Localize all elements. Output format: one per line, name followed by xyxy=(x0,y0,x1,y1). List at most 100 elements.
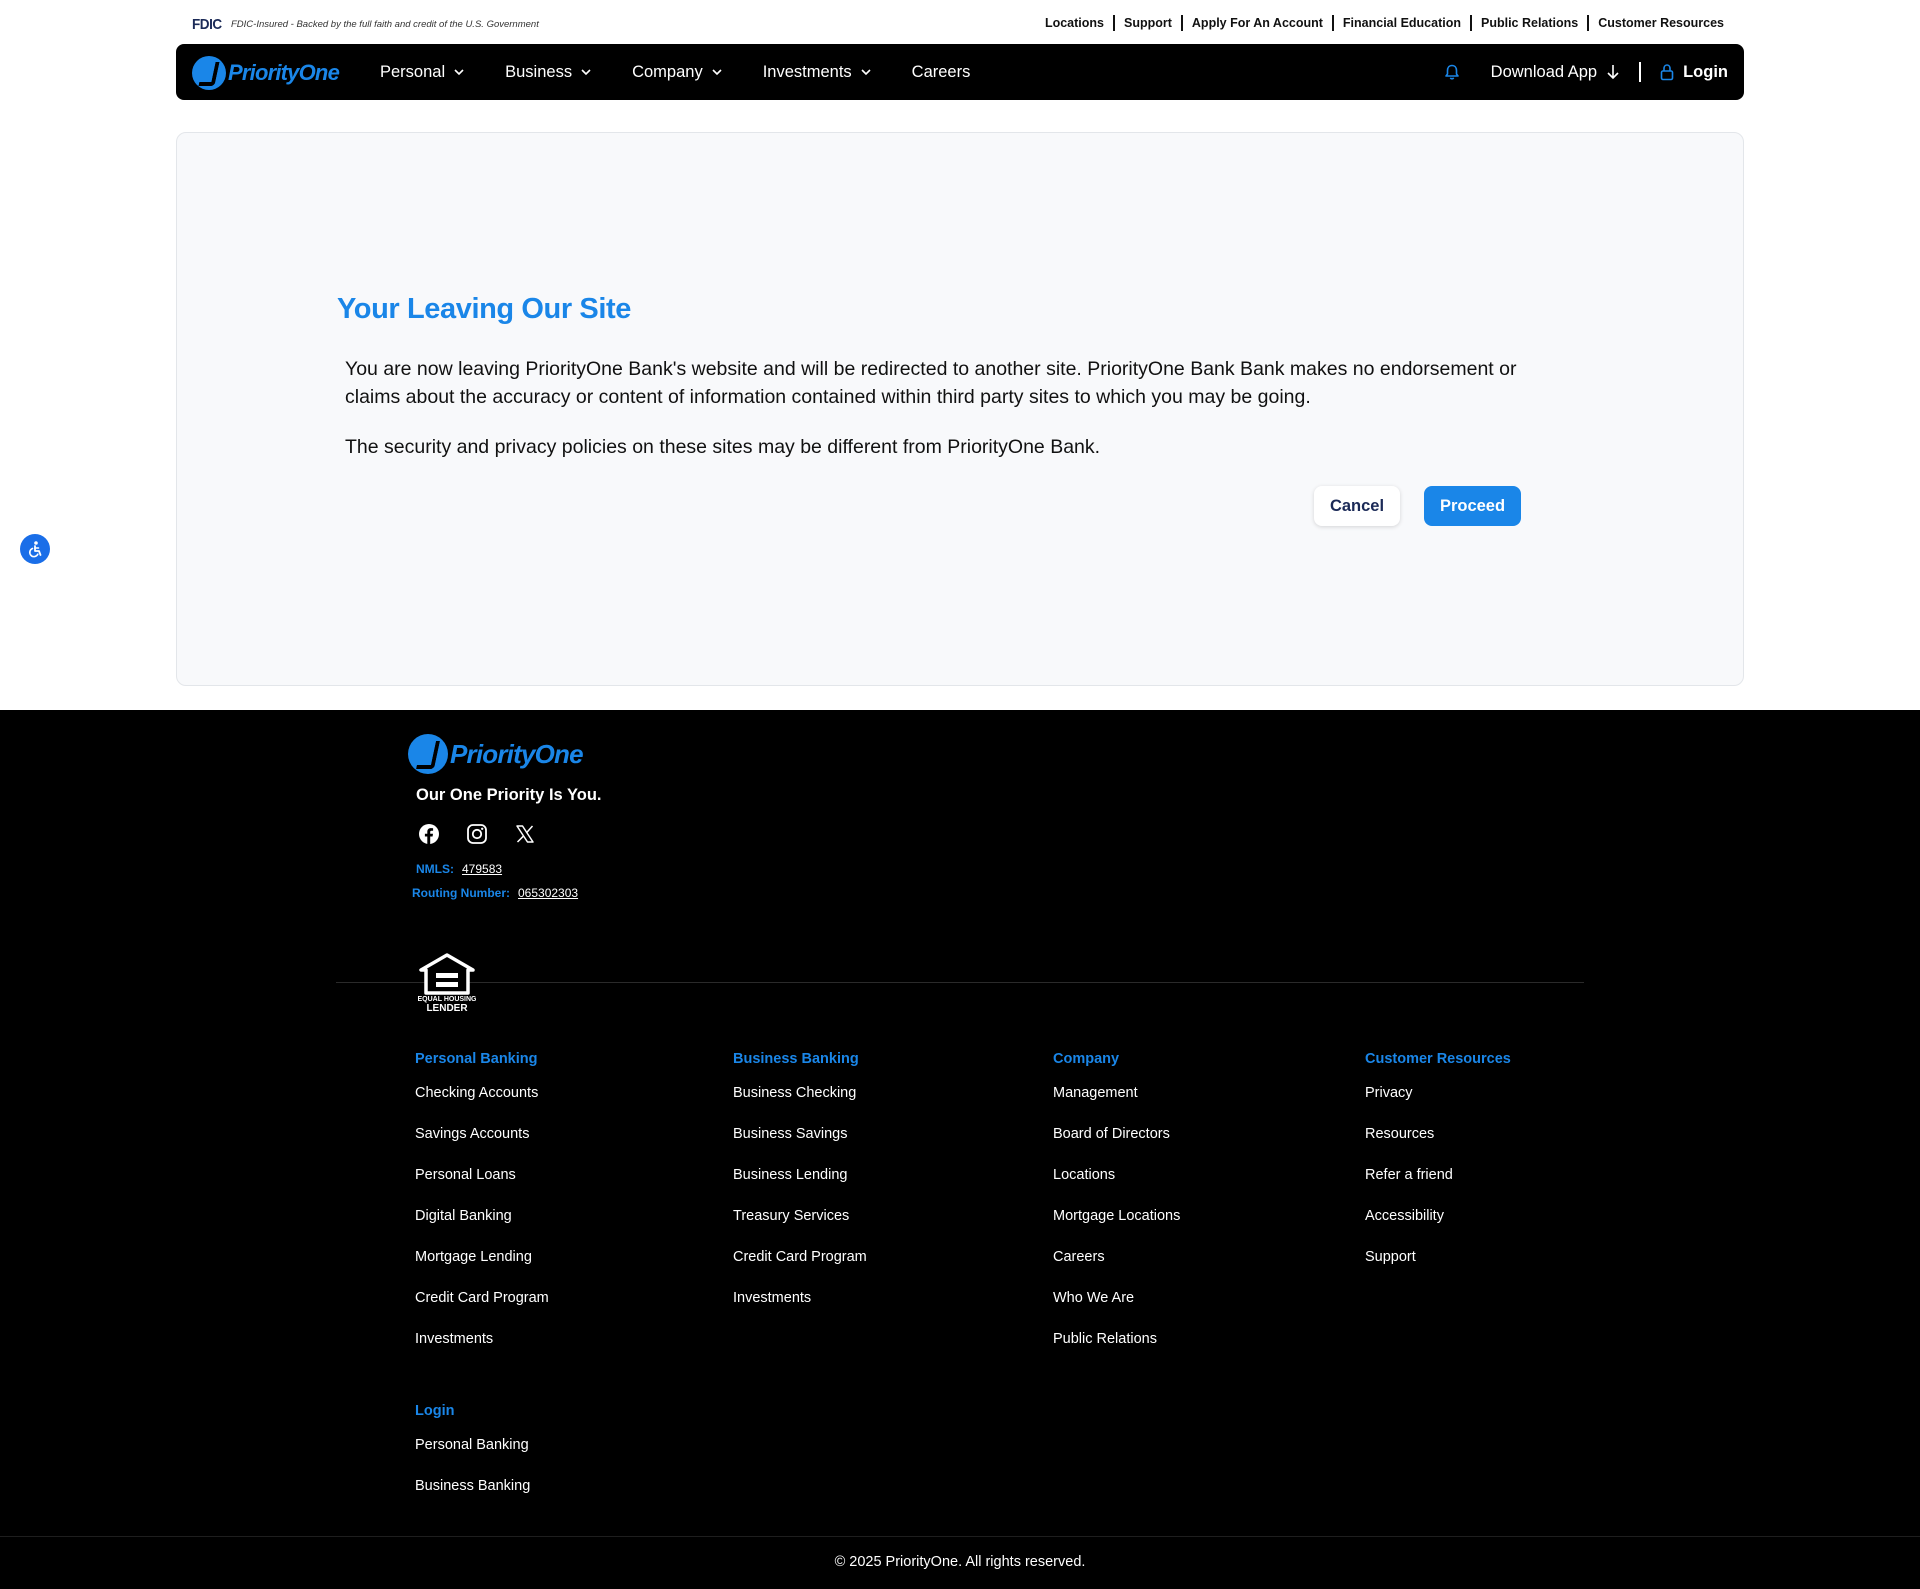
footer-link[interactable]: Credit Card Program xyxy=(733,1248,867,1266)
fdic-badge: FDIC FDIC-Insured - Backed by the full f… xyxy=(192,16,539,33)
routing-number-link[interactable]: 065302303 xyxy=(518,886,578,900)
footer-link[interactable]: Business Savings xyxy=(733,1125,867,1143)
footer-link[interactable]: Accessibility xyxy=(1365,1207,1511,1225)
fdic-logo: FDIC xyxy=(192,16,222,33)
utility-bar: FDIC FDIC-Insured - Backed by the full f… xyxy=(0,0,1920,44)
routing-label: Routing Number: xyxy=(412,886,510,900)
footer-column-heading: Login xyxy=(415,1403,455,1419)
copyright-text: © 2025 PriorityOne. All rights reserved. xyxy=(834,1554,1086,1570)
nmls-number-link[interactable]: 479583 xyxy=(462,862,502,876)
brand-logo[interactable]: PriorityOne xyxy=(192,56,340,90)
footer-link[interactable]: Refer a friend xyxy=(1365,1166,1511,1184)
dialog-policy-note: The security and privacy policies on the… xyxy=(345,436,1101,458)
footer-link[interactable]: Investments xyxy=(415,1330,549,1348)
utility-link-public-relations[interactable]: Public Relations xyxy=(1470,15,1587,31)
nav-menu: Personal Business Company Investments Ca… xyxy=(380,44,1010,100)
footer-link[interactable]: Public Relations xyxy=(1053,1330,1180,1348)
fdic-text: FDIC-Insured - Backed by the full faith … xyxy=(231,19,539,30)
footer-link[interactable]: Checking Accounts xyxy=(415,1084,549,1102)
footer-link[interactable]: Business Banking xyxy=(415,1477,530,1495)
bell-icon[interactable] xyxy=(1443,63,1461,81)
footer-link[interactable]: Who We Are xyxy=(1053,1289,1180,1307)
footer-link[interactable]: Business Checking xyxy=(733,1084,867,1102)
login-label: Login xyxy=(1683,62,1728,81)
utility-link-apply[interactable]: Apply For An Account xyxy=(1180,15,1332,31)
nav-item-company[interactable]: Company xyxy=(632,63,723,82)
footer-brand-name: PriorityOne xyxy=(450,738,584,769)
lock-icon xyxy=(1660,64,1674,81)
login-button[interactable]: Login xyxy=(1659,63,1728,82)
footer-column-heading: Customer Resources xyxy=(1365,1051,1511,1067)
dialog-title: Your Leaving Our Site xyxy=(337,293,632,325)
footer-link[interactable]: Support xyxy=(1365,1248,1511,1266)
nav-item-careers[interactable]: Careers xyxy=(912,63,971,82)
footer-link[interactable]: Board of Directors xyxy=(1053,1125,1180,1143)
footer-link[interactable]: Business Lending xyxy=(733,1166,867,1184)
routing-info: Routing Number: 065302303 xyxy=(412,886,578,900)
utility-links: Locations Support Apply For An Account F… xyxy=(1036,15,1724,31)
footer-link[interactable]: Treasury Services xyxy=(733,1207,867,1225)
download-app-label: Download App xyxy=(1490,62,1598,81)
nav-item-label: Personal xyxy=(380,62,446,81)
chevron-down-icon xyxy=(581,69,591,76)
leaving-site-dialog: Your Leaving Our Site You are now leavin… xyxy=(176,132,1744,686)
footer-link[interactable]: Digital Banking xyxy=(415,1207,549,1225)
brand-name: PriorityOne xyxy=(228,60,340,85)
svg-text:EQUAL HOUSING: EQUAL HOUSING xyxy=(418,996,476,1003)
footer-link[interactable]: Personal Banking xyxy=(415,1436,530,1454)
footer-divider xyxy=(336,982,1584,983)
footer-column-heading: Company xyxy=(1053,1051,1120,1067)
nmls-label: NMLS: xyxy=(416,862,454,876)
nav-item-label: Company xyxy=(632,62,703,81)
svg-text:LENDER: LENDER xyxy=(426,1003,468,1013)
footer-link[interactable]: Mortgage Lending xyxy=(415,1248,549,1266)
brand-mark-icon xyxy=(192,56,226,90)
footer-link[interactable]: Investments xyxy=(733,1289,867,1307)
footer-column-login: Login Personal Banking Business Banking xyxy=(415,1402,530,1518)
utility-link-locations[interactable]: Locations xyxy=(1036,15,1113,31)
footer-link[interactable]: Savings Accounts xyxy=(415,1125,549,1143)
utility-link-customer-resources[interactable]: Customer Resources xyxy=(1587,15,1724,31)
proceed-button[interactable]: Proceed xyxy=(1424,486,1521,526)
download-app-button[interactable]: Download App xyxy=(1491,63,1621,82)
accessibility-button[interactable] xyxy=(20,534,50,564)
footer-link[interactable]: Management xyxy=(1053,1084,1180,1102)
nav-actions: Download App Login xyxy=(1443,44,1728,100)
main-navbar: PriorityOne Personal Business Company In… xyxy=(176,44,1744,100)
nav-divider xyxy=(1639,62,1642,82)
footer-link[interactable]: Mortgage Locations xyxy=(1053,1207,1180,1225)
nmls-info: NMLS: 479583 xyxy=(416,862,502,876)
social-links xyxy=(418,823,536,845)
nav-item-label: Careers xyxy=(911,62,971,81)
x-twitter-icon[interactable] xyxy=(514,823,536,845)
nav-item-label: Investments xyxy=(762,62,852,81)
cancel-button[interactable]: Cancel xyxy=(1314,486,1400,526)
footer-link[interactable]: Careers xyxy=(1053,1248,1180,1266)
footer-link[interactable]: Personal Loans xyxy=(415,1166,549,1184)
nav-item-investments[interactable]: Investments xyxy=(763,63,872,82)
chevron-down-icon xyxy=(712,69,722,76)
footer-link[interactable]: Locations xyxy=(1053,1166,1180,1184)
nav-item-business[interactable]: Business xyxy=(505,63,592,82)
utility-link-financial-education[interactable]: Financial Education xyxy=(1331,15,1470,31)
footer-link[interactable]: Resources xyxy=(1365,1125,1511,1143)
footer-column-business-banking: Business Banking Business Checking Busin… xyxy=(733,1050,867,1330)
nav-item-personal[interactable]: Personal xyxy=(380,63,465,82)
utility-link-support[interactable]: Support xyxy=(1112,15,1181,31)
nav-item-label: Business xyxy=(505,62,573,81)
footer-column-company: Company Management Board of Directors Lo… xyxy=(1053,1050,1180,1371)
footer-link[interactable]: Credit Card Program xyxy=(415,1289,549,1307)
footer-bottom-divider xyxy=(0,1536,1920,1537)
footer-column-customer-resources: Customer Resources Privacy Resources Ref… xyxy=(1365,1050,1511,1289)
chevron-down-icon xyxy=(454,69,464,76)
footer-column-heading: Business Banking xyxy=(733,1051,859,1067)
accessibility-icon xyxy=(29,541,42,558)
facebook-icon[interactable] xyxy=(418,823,440,845)
instagram-icon[interactable] xyxy=(466,823,488,845)
arrow-down-icon xyxy=(1607,65,1619,80)
footer-tagline: Our One Priority Is You. xyxy=(416,786,602,804)
footer-column-heading: Personal Banking xyxy=(415,1051,538,1067)
footer-brand-logo[interactable]: PriorityOne xyxy=(408,734,584,774)
brand-mark-icon xyxy=(408,734,448,774)
footer-link[interactable]: Privacy xyxy=(1365,1084,1511,1102)
